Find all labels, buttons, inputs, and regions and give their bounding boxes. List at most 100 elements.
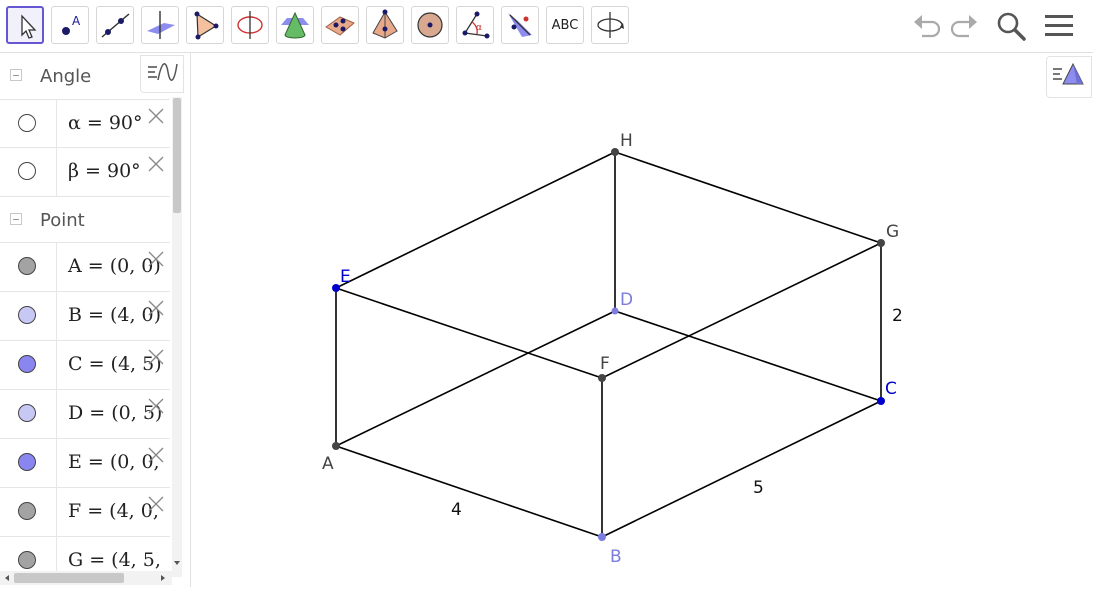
close-icon[interactable]: [146, 154, 166, 174]
marble-cell: [0, 292, 57, 340]
close-icon[interactable]: [146, 106, 166, 126]
pyramid-tool-button[interactable]: [366, 6, 404, 44]
angle-tool-button[interactable]: α: [456, 6, 494, 44]
point-e[interactable]: [332, 284, 340, 292]
reflect-tool-button[interactable]: [501, 6, 539, 44]
group-title: Point: [40, 210, 85, 231]
visibility-toggle[interactable]: [18, 306, 36, 324]
marble-cell: [0, 243, 57, 291]
point-f[interactable]: [598, 374, 606, 382]
main-menu-button[interactable]: [1042, 10, 1076, 42]
algebra-row-point-d[interactable]: D = (0, 5): [0, 389, 170, 438]
point-label-g: G: [886, 222, 899, 242]
algebra-expression[interactable]: α = 90°: [68, 112, 143, 134]
segment-label-bc: 5: [753, 478, 764, 498]
segment-bc[interactable]: [601, 400, 882, 538]
close-icon[interactable]: [146, 347, 166, 367]
point-d[interactable]: [611, 307, 619, 315]
group-title: Angle: [40, 66, 92, 87]
visibility-toggle[interactable]: [18, 453, 36, 471]
algebra-row-alpha[interactable]: α = 90°: [0, 99, 170, 148]
perpendicular-line-tool-button[interactable]: [141, 6, 179, 44]
svg-text:α: α: [476, 23, 482, 33]
triangle-icon: [194, 11, 219, 40]
collapse-icon[interactable]: [10, 213, 22, 225]
plane-points-icon: [325, 16, 355, 36]
segment-gh[interactable]: [614, 151, 882, 244]
visibility-toggle[interactable]: [18, 114, 36, 132]
visibility-toggle[interactable]: [18, 502, 36, 520]
point-c[interactable]: [877, 397, 885, 405]
algebra-expression[interactable]: G = (4, 5,: [68, 549, 161, 571]
close-icon[interactable]: [146, 249, 166, 269]
point-a[interactable]: [332, 442, 340, 450]
text-tool-button[interactable]: ABC: [546, 6, 584, 44]
point-b[interactable]: [598, 533, 606, 541]
plane-tool-button[interactable]: [321, 6, 359, 44]
cursor-arrow-icon: [21, 14, 37, 39]
graphics-style-bar-toggle[interactable]: [1046, 56, 1092, 98]
redo-icon: [950, 15, 977, 38]
intersect-surfaces-tool-button[interactable]: [276, 6, 314, 44]
marble-cell: [0, 100, 57, 148]
perpendicular-line-icon: [147, 11, 175, 39]
scroll-right-arrow-icon[interactable]: [158, 573, 168, 583]
scroll-left-arrow-icon[interactable]: [2, 573, 12, 583]
visibility-toggle[interactable]: [18, 355, 36, 373]
vertical-scroll-thumb[interactable]: [173, 98, 181, 213]
redo-button[interactable]: [947, 10, 981, 42]
scroll-down-arrow-icon[interactable]: [172, 558, 182, 568]
search-icon: [997, 12, 1026, 41]
visibility-toggle[interactable]: [18, 257, 36, 275]
algebra-row-point-c[interactable]: C = (4, 5): [0, 340, 170, 389]
segment-label-cg: 2: [892, 306, 903, 326]
segment-cd[interactable]: [614, 310, 882, 402]
svg-text:A: A: [72, 14, 81, 28]
group-header-point[interactable]: Point: [0, 196, 170, 243]
visibility-toggle[interactable]: [18, 551, 36, 569]
graphics-3d-style-bar-icon: [1053, 62, 1084, 85]
horizontal-scroll-thumb[interactable]: [14, 573, 124, 583]
graphics-3d-view[interactable]: A B C D E F G H 4 5 2: [191, 53, 1093, 587]
close-icon[interactable]: [146, 298, 166, 318]
algebra-row-point-a[interactable]: A = (0, 0): [0, 242, 170, 291]
point-g[interactable]: [877, 239, 885, 247]
close-icon[interactable]: [146, 494, 166, 514]
move-tool-button[interactable]: [6, 6, 44, 44]
line-tool-button[interactable]: [96, 6, 134, 44]
segment-fg[interactable]: [601, 242, 882, 379]
sphere-tool-button[interactable]: [411, 6, 449, 44]
circle-axis-icon: [237, 11, 263, 39]
segment-da[interactable]: [335, 310, 616, 447]
point-label-a: A: [322, 454, 334, 474]
close-icon[interactable]: [146, 445, 166, 465]
algebra-row-beta[interactable]: β = 90°: [0, 147, 170, 196]
algebra-row-point-b[interactable]: B = (4, 0): [0, 291, 170, 340]
algebra-expression[interactable]: β = 90°: [68, 160, 141, 182]
visibility-toggle[interactable]: [18, 404, 36, 422]
segment-he[interactable]: [335, 151, 616, 289]
line-icon: [101, 13, 130, 38]
point-tool-button[interactable]: A: [51, 6, 89, 44]
angle-icon: α: [462, 11, 490, 39]
polygon-tool-button[interactable]: [186, 6, 224, 44]
algebra-row-point-e[interactable]: E = (0, 0,: [0, 438, 170, 487]
algebra-style-bar-toggle[interactable]: [140, 55, 184, 93]
algebra-row-point-f[interactable]: F = (4, 0,: [0, 487, 170, 536]
segment-ef[interactable]: [335, 287, 603, 379]
search-button[interactable]: [994, 10, 1028, 42]
rotate-view-tool-button[interactable]: [591, 6, 629, 44]
circle-with-axis-tool-button[interactable]: [231, 6, 269, 44]
segment-ab[interactable]: [335, 445, 603, 538]
visibility-toggle[interactable]: [18, 162, 36, 180]
algebra-style-bar-icon: [148, 63, 178, 81]
algebra-view: Angle α = 90° β = 90° Point A = (0, 0) B…: [0, 53, 191, 587]
close-icon[interactable]: [146, 396, 166, 416]
construction-canvas[interactable]: A B C D E F G H 4 5 2: [191, 53, 1093, 587]
point-h[interactable]: [611, 148, 619, 156]
collapse-icon[interactable]: [10, 69, 22, 81]
undo-button[interactable]: [910, 10, 944, 42]
marble-cell: [0, 148, 57, 196]
marble-cell: [0, 341, 57, 389]
point-icon: A: [62, 14, 81, 35]
